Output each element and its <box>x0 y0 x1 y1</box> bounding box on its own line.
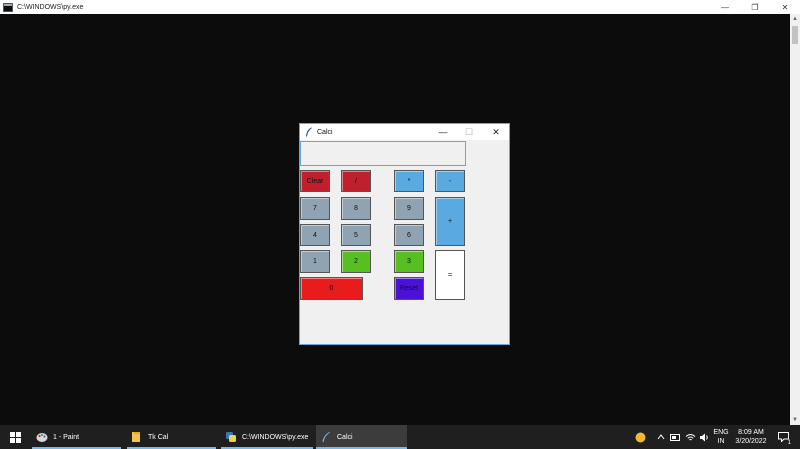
taskbar: 1 - Paint Tk Cal C:\WINDOWS\py.exe Calci <box>0 425 800 449</box>
python-icon <box>226 432 236 442</box>
volume-icon[interactable] <box>697 425 711 449</box>
console-minimize-button[interactable]: — <box>710 0 740 14</box>
taskbar-item-paint[interactable]: 1 - Paint <box>32 425 121 449</box>
chevron-up-icon[interactable] <box>655 425 667 449</box>
console-close-button[interactable]: ✕ <box>770 0 800 14</box>
calci-maximize-button[interactable]: ☐ <box>456 124 482 140</box>
scroll-down-icon[interactable]: ▼ <box>790 415 800 425</box>
console-icon <box>3 2 13 12</box>
notification-count: 1 <box>787 440 791 446</box>
battery-icon[interactable] <box>668 425 682 449</box>
taskbar-item-tk-cal[interactable]: Tk Cal <box>127 425 216 449</box>
wifi-icon[interactable] <box>683 425 697 449</box>
clock-time: 8:09 AM <box>738 429 764 436</box>
taskbar-item-label: C:\WINDOWS\py.exe <box>242 433 309 441</box>
three-button[interactable]: 3 <box>394 250 424 273</box>
calci-window: Calci — ☐ ✕ Clear / * - 7 8 9 + 4 5 6 1 … <box>299 123 510 345</box>
nine-button[interactable]: 9 <box>394 197 424 220</box>
console-scrollbar[interactable]: ▲ ▼ <box>790 14 800 425</box>
console-titlebar[interactable]: C:\WINDOWS\py.exe — ❐ ✕ <box>0 0 800 14</box>
five-button[interactable]: 5 <box>341 224 371 246</box>
scroll-thumb[interactable] <box>792 26 798 44</box>
language-indicator[interactable]: ENG IN <box>711 425 731 449</box>
sun-icon <box>635 432 645 442</box>
calc-display-input[interactable] <box>300 141 466 166</box>
scroll-up-icon[interactable]: ▲ <box>790 14 800 24</box>
six-button[interactable]: 6 <box>394 224 424 246</box>
start-button[interactable] <box>0 425 30 449</box>
feather-icon <box>322 432 330 442</box>
multiply-button[interactable]: * <box>394 170 424 192</box>
taskbar-item-label: Tk Cal <box>148 433 169 441</box>
calci-titlebar[interactable]: Calci — ☐ ✕ <box>300 124 509 140</box>
reset-button[interactable]: Reset <box>394 277 424 300</box>
taskbar-item-py-exe[interactable]: C:\WINDOWS\py.exe <box>221 425 313 449</box>
clear-button[interactable]: Clear <box>300 170 330 192</box>
calci-close-button[interactable]: ✕ <box>483 124 509 140</box>
taskbar-item-label: 1 - Paint <box>53 433 80 441</box>
seven-button[interactable]: 7 <box>300 197 330 220</box>
plus-button[interactable]: + <box>435 197 465 246</box>
equals-button[interactable]: = <box>435 250 465 300</box>
paint-icon <box>36 433 48 442</box>
two-button[interactable]: 2 <box>341 250 371 273</box>
one-button[interactable]: 1 <box>300 250 330 273</box>
notification-button[interactable]: 1 <box>774 425 792 449</box>
clock[interactable]: 8:09 AM 3/20/2022 <box>731 425 771 449</box>
clock-date: 3/20/2022 <box>735 438 767 445</box>
console-maximize-button[interactable]: ❐ <box>740 0 770 14</box>
taskbar-item-label: Calci <box>337 433 353 441</box>
taskbar-item-calci[interactable]: Calci <box>316 425 407 449</box>
region-label: IN <box>717 438 725 445</box>
calci-title: Calci <box>317 128 333 136</box>
calci-minimize-button[interactable]: — <box>430 124 456 140</box>
tray-weather-icon[interactable] <box>632 425 648 449</box>
console-title: C:\WINDOWS\py.exe <box>17 3 84 11</box>
eight-button[interactable]: 8 <box>341 197 371 220</box>
divide-button[interactable]: / <box>341 170 371 192</box>
language-label: ENG <box>713 429 729 436</box>
folder-icon <box>132 432 140 442</box>
four-button[interactable]: 4 <box>300 224 330 246</box>
zero-button[interactable]: 0 <box>300 277 363 300</box>
windows-logo-icon <box>9 431 21 443</box>
minus-button[interactable]: - <box>435 170 465 192</box>
feather-icon <box>306 127 312 137</box>
